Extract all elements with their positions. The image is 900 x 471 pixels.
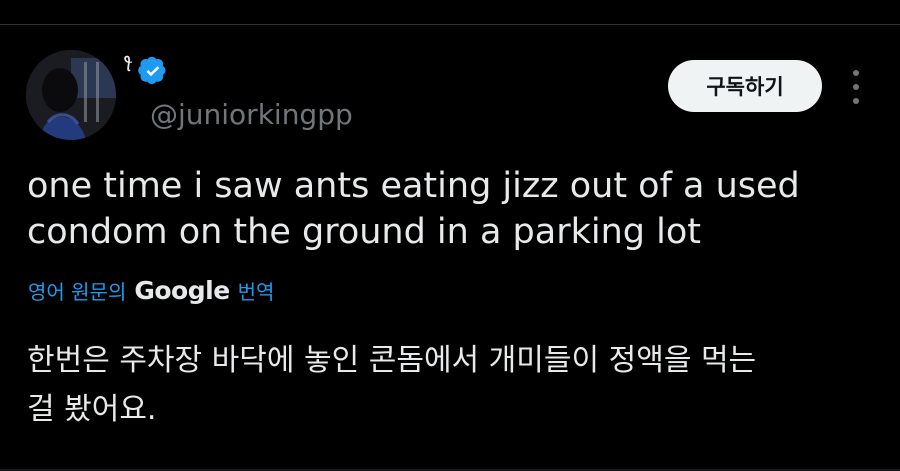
google-logo: Google (134, 276, 230, 305)
translated-text-line: 한번은 주차장 바닥에 놓인 콘돔에서 개미들이 정액을 먹는 (27, 343, 757, 378)
post-text-line: condom on the ground in a parking lot (27, 212, 701, 252)
more-dot (853, 70, 859, 76)
translated-text: 한번은 주차장 바닥에 놓인 콘돔에서 개미들이 정액을 먹는 걸 봤어요. (27, 336, 887, 434)
author-handle[interactable]: @juniorkingpp (150, 98, 353, 131)
post-text: one time i saw ants eating jizz out of a… (27, 163, 877, 255)
author-name-row: ꪻ (124, 56, 168, 86)
more-dot (853, 98, 859, 104)
post-text-line: one time i saw ants eating jizz out of a… (27, 166, 800, 206)
verified-badge-icon[interactable] (138, 56, 168, 86)
subscribe-button[interactable]: 구독하기 (668, 60, 822, 112)
top-divider (0, 24, 900, 25)
more-dot (853, 84, 859, 90)
translation-prefix: 영어 원문의 (28, 280, 127, 304)
translation-suffix: 번역 (237, 280, 275, 304)
translation-note[interactable]: 영어 원문의 Google 번역 (28, 276, 274, 305)
translated-text-line: 걸 봤어요. (27, 392, 157, 427)
profile-photo-icon (26, 50, 116, 140)
avatar[interactable] (26, 50, 116, 140)
more-vertical-icon[interactable] (846, 70, 866, 104)
author-display-name[interactable]: ꪻ (124, 60, 132, 74)
